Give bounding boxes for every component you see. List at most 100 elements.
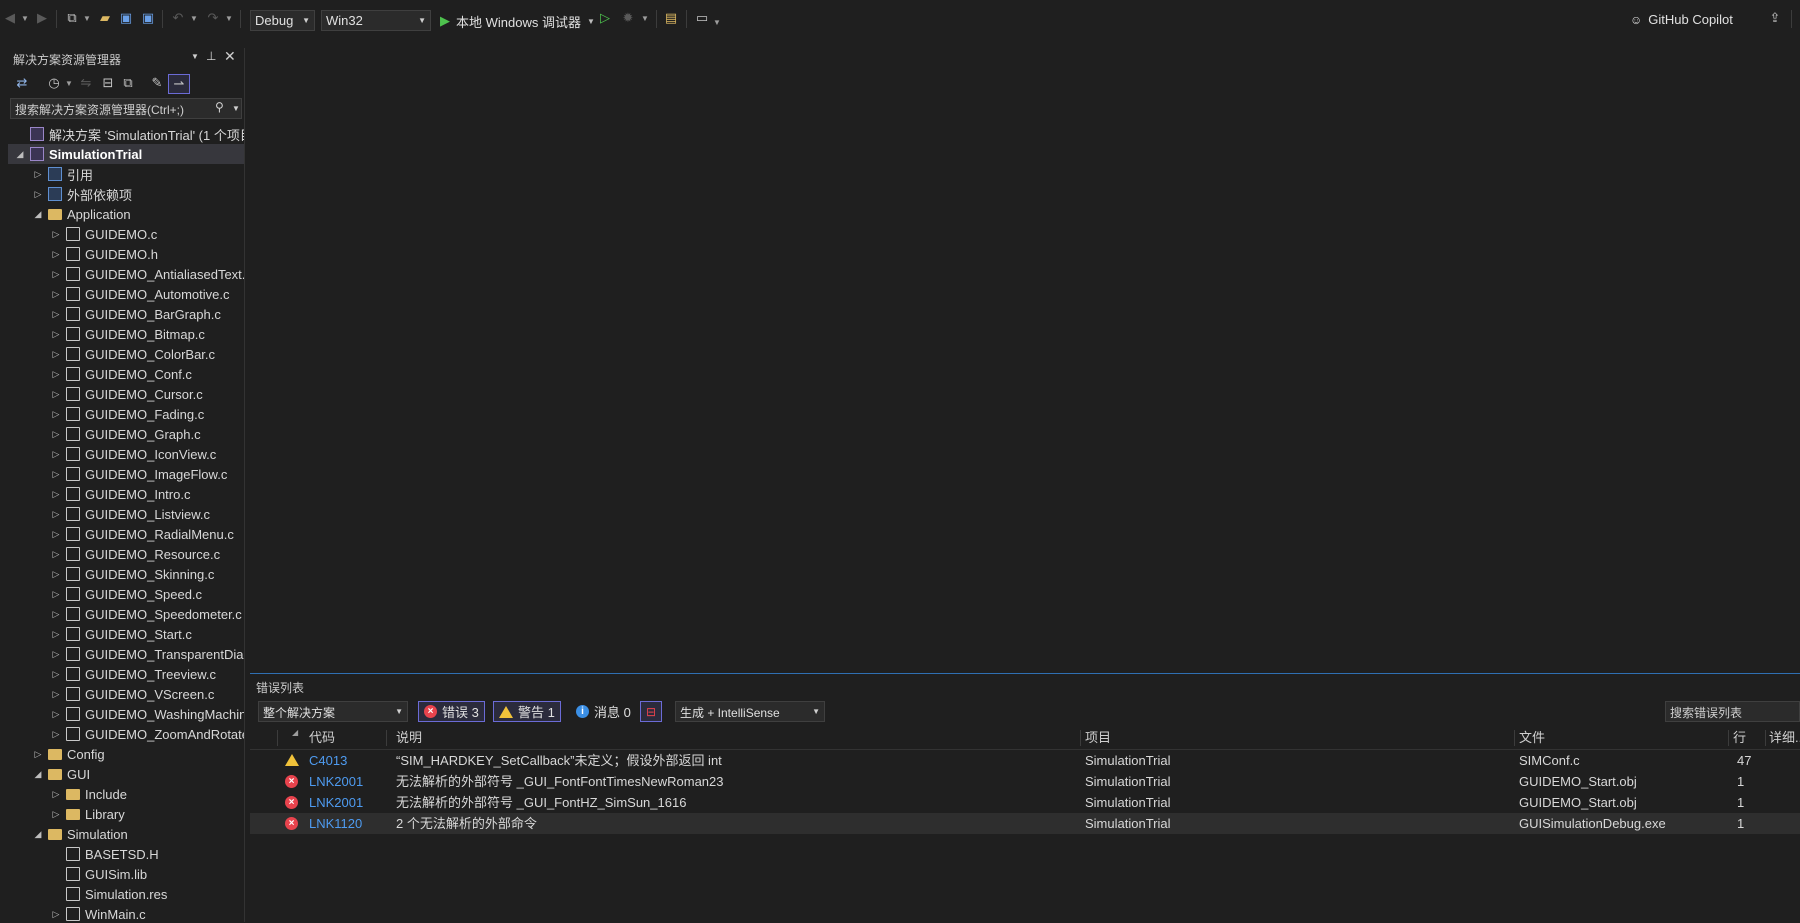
pending-changes-icon[interactable]: ◷ <box>46 75 62 91</box>
expand-arrow-icon[interactable]: ▷ <box>50 909 62 920</box>
filter-current-document-button[interactable]: ⊟ <box>640 701 662 722</box>
expand-arrow-icon[interactable]: ▷ <box>50 249 62 260</box>
preview-selected-icon[interactable]: ⇀ <box>168 74 190 94</box>
expand-arrow-icon[interactable]: ▷ <box>50 709 62 720</box>
start-debugging-button[interactable]: ▶ 本地 Windows 调试器 ▼ <box>440 10 595 32</box>
column-header-description[interactable]: 说明 <box>396 727 422 749</box>
undo-caret[interactable]: ▼ <box>190 14 198 23</box>
save-icon[interactable]: ▣ <box>118 10 134 26</box>
expand-arrow-icon[interactable]: ▷ <box>50 369 62 380</box>
tree-item[interactable]: ▷ GUIDEMO_RadialMenu.c <box>8 524 244 544</box>
expand-arrow-icon[interactable]: ▷ <box>32 189 44 200</box>
hot-reload-icon[interactable]: ✹ <box>620 10 636 26</box>
tree-item[interactable]: ◢ GUI <box>8 764 244 784</box>
column-header-code[interactable]: 代码 <box>309 727 335 749</box>
show-all-files-icon[interactable]: ⧉ <box>120 75 136 91</box>
error-code-cell[interactable]: LNK2001 <box>309 771 363 792</box>
tree-item[interactable]: BASETSD.H <box>8 844 244 864</box>
error-code-cell[interactable]: LNK2001 <box>309 792 363 813</box>
error-row[interactable]: C4013 “SIM_HARDKEY_SetCallback”未定义；假设外部返回… <box>250 750 1800 771</box>
expand-arrow-icon[interactable]: ▷ <box>32 749 44 760</box>
tree-item[interactable]: ▷ GUIDEMO_Speedometer.c <box>8 604 244 624</box>
undo-icon[interactable]: ↶ <box>170 10 186 26</box>
expand-arrow-icon[interactable]: ▷ <box>50 329 62 340</box>
expand-arrow-icon[interactable]: ▷ <box>50 489 62 500</box>
chevron-down-icon[interactable]: ▼ <box>587 17 595 26</box>
expand-arrow-icon[interactable]: ▷ <box>50 569 62 580</box>
tree-item[interactable]: ▷ GUIDEMO_Graph.c <box>8 424 244 444</box>
warnings-filter-button[interactable]: 警告 1 <box>493 701 561 722</box>
hot-reload-caret[interactable]: ▼ <box>641 14 649 23</box>
tree-item[interactable]: ▷ GUIDEMO_Speed.c <box>8 584 244 604</box>
search-icon[interactable]: ⚲ <box>215 100 224 114</box>
tree-item[interactable]: ▷ 外部依赖项 <box>8 184 244 204</box>
platform-select[interactable]: Win32 ▼ <box>321 10 431 31</box>
expand-arrow-icon[interactable]: ▷ <box>50 229 62 240</box>
expand-arrow-icon[interactable]: ▷ <box>50 469 62 480</box>
pending-changes-caret[interactable]: ▼ <box>65 79 73 88</box>
expand-arrow-icon[interactable]: ▷ <box>50 429 62 440</box>
properties-icon[interactable]: ✎ <box>149 75 165 91</box>
toolbar-options-caret[interactable]: ▼ <box>713 18 721 27</box>
tree-item[interactable]: ▷ GUIDEMO_Treeview.c <box>8 664 244 684</box>
pin-icon[interactable]: ⊥ <box>206 49 216 63</box>
expand-arrow-icon[interactable]: ▷ <box>50 349 62 360</box>
tree-item[interactable]: ◢ Simulation <box>8 824 244 844</box>
expand-arrow-icon[interactable]: ▷ <box>50 449 62 460</box>
tree-item[interactable]: ▷ WinMain.c <box>8 904 244 922</box>
search-options-caret[interactable]: ▼ <box>232 104 240 113</box>
error-search-box[interactable]: 搜索错误列表 <box>1665 701 1800 722</box>
column-header-line[interactable]: 行 <box>1733 727 1746 749</box>
expand-arrow-icon[interactable]: ▷ <box>50 549 62 560</box>
tree-item[interactable]: ▷ GUIDEMO_Intro.c <box>8 484 244 504</box>
tree-item[interactable]: Simulation.res <box>8 884 244 904</box>
tree-item[interactable]: ▷ Config <box>8 744 244 764</box>
collapse-arrow-icon[interactable]: ◢ <box>14 149 26 160</box>
tree-item[interactable]: ▷ 引用 <box>8 164 244 184</box>
expand-arrow-icon[interactable]: ▷ <box>50 809 62 820</box>
messages-filter-button[interactable]: i 消息 0 <box>571 701 636 722</box>
tree-item[interactable]: ▷ Library <box>8 804 244 824</box>
tree-item[interactable]: ▷ GUIDEMO_ZoomAndRotate.c <box>8 724 244 744</box>
column-header-project[interactable]: 项目 <box>1085 727 1111 749</box>
share-icon[interactable]: ⇪ <box>1767 10 1783 26</box>
tree-item[interactable]: ▷ GUIDEMO_Fading.c <box>8 404 244 424</box>
tree-item[interactable]: ▷ GUIDEMO_Automotive.c <box>8 284 244 304</box>
expand-arrow-icon[interactable]: ▷ <box>50 289 62 300</box>
expand-arrow-icon[interactable]: ▷ <box>50 269 62 280</box>
expand-arrow-icon[interactable]: ▷ <box>50 389 62 400</box>
forward-icon[interactable]: ▶ <box>34 10 50 26</box>
solution-search-box[interactable]: 搜索解决方案资源管理器(Ctrl+;) ⚲ ▼ <box>10 98 242 119</box>
error-row[interactable]: × LNK1120 2 个无法解析的外部命令 SimulationTrial GUISi… <box>250 813 1800 834</box>
tree-item[interactable]: ▷ GUIDEMO_AntialiasedText.c <box>8 264 244 284</box>
scope-select[interactable]: 整个解决方案 ▼ <box>258 701 408 722</box>
panel-menu-icon[interactable]: ▼ <box>191 52 199 61</box>
error-code-cell[interactable]: LNK1120 <box>309 813 362 834</box>
tree-item[interactable]: ▷ GUIDEMO_TransparentDialog.c <box>8 644 244 664</box>
window-layout-icon[interactable]: ▭ <box>694 10 710 26</box>
expand-arrow-icon[interactable]: ▷ <box>50 669 62 680</box>
tree-item[interactable]: ▷ GUIDEMO_Cursor.c <box>8 384 244 404</box>
expand-arrow-icon[interactable]: ▷ <box>50 789 62 800</box>
sync-icon[interactable]: ⇋ <box>78 75 94 91</box>
error-row[interactable]: × LNK2001 无法解析的外部符号 _GUI_FontFontTimesNewR… <box>250 771 1800 792</box>
start-without-debugging-icon[interactable]: ▷ <box>597 10 613 26</box>
expand-arrow-icon[interactable]: ▷ <box>50 529 62 540</box>
redo-icon[interactable]: ↷ <box>205 10 221 26</box>
redo-caret[interactable]: ▼ <box>225 14 233 23</box>
github-copilot-button[interactable]: ☺ GitHub Copilot <box>1630 12 1733 27</box>
expand-arrow-icon[interactable]: ▷ <box>50 589 62 600</box>
tree-item[interactable]: ▷ GUIDEMO_Bitmap.c <box>8 324 244 344</box>
save-all-icon[interactable]: ▣ <box>140 10 156 26</box>
expand-arrow-icon[interactable]: ▷ <box>50 309 62 320</box>
expand-arrow-icon[interactable]: ▷ <box>50 409 62 420</box>
tree-item[interactable]: ▷ GUIDEMO_Conf.c <box>8 364 244 384</box>
tree-item[interactable]: ▷ Include <box>8 784 244 804</box>
new-project-caret[interactable]: ▼ <box>83 14 91 23</box>
tree-item[interactable]: ▷ GUIDEMO_ColorBar.c <box>8 344 244 364</box>
tree-item[interactable]: ◢ Application <box>8 204 244 224</box>
close-icon[interactable]: ✕ <box>224 48 236 65</box>
expand-arrow-icon[interactable]: ▷ <box>50 509 62 520</box>
expand-arrow-icon[interactable]: ▷ <box>50 609 62 620</box>
tree-item[interactable]: ▷ GUIDEMO_ImageFlow.c <box>8 464 244 484</box>
